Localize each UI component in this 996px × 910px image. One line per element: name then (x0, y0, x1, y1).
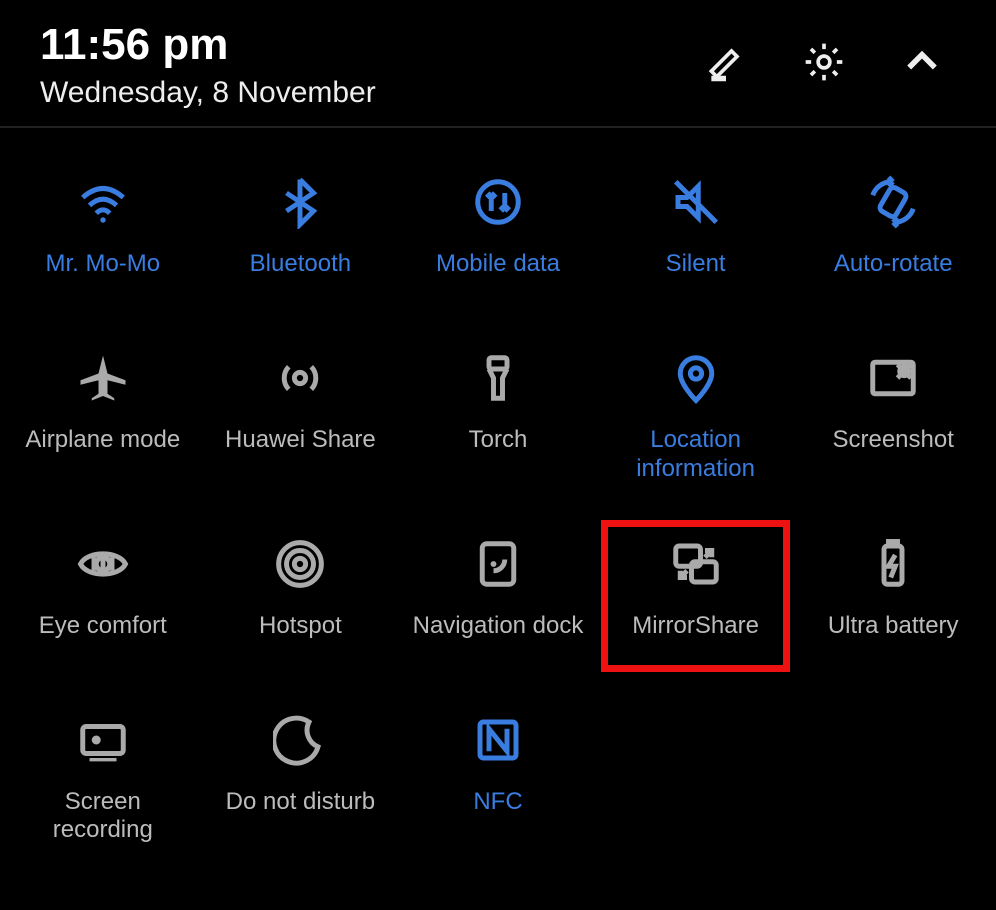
tile-mirrorshare[interactable]: MirrorShare (597, 526, 795, 666)
time-label: 11:56 pm (40, 20, 376, 70)
tile-dnd[interactable]: Do not disturb (202, 702, 400, 852)
tile-label: Ultra battery (828, 612, 959, 641)
tile-label: Mobile data (436, 250, 560, 279)
tile-nav-dock[interactable]: Navigation dock (399, 526, 597, 666)
tile-hotspot[interactable]: Hotspot (202, 526, 400, 666)
collapse-icon[interactable] (898, 38, 946, 86)
tile-label: Silent (666, 250, 726, 279)
bluetooth-icon (268, 170, 332, 234)
eye-comfort-icon (71, 532, 135, 596)
tile-label: Bluetooth (250, 250, 351, 279)
tile-label: Airplane mode (25, 426, 180, 455)
screenshot-icon (861, 346, 925, 410)
tile-torch[interactable]: Torch (399, 340, 597, 490)
edit-icon[interactable] (702, 38, 750, 86)
screen-rec-icon (71, 708, 135, 772)
mirrorshare-icon (664, 532, 728, 596)
tile-label: Mr. Mo-Mo (45, 250, 160, 279)
tile-label: Hotspot (259, 612, 342, 641)
tile-label: Screen recording (13, 788, 193, 846)
tile-label: Screenshot (832, 426, 953, 455)
nfc-icon (466, 708, 530, 772)
torch-icon (466, 346, 530, 410)
tile-location[interactable]: Location information (597, 340, 795, 490)
wifi-icon (71, 170, 135, 234)
location-icon (664, 346, 728, 410)
nav-dock-icon (466, 532, 530, 596)
ultra-battery-icon (861, 532, 925, 596)
tile-bluetooth[interactable]: Bluetooth (202, 164, 400, 304)
tile-label: Do not disturb (226, 788, 375, 817)
header-actions (702, 20, 956, 86)
tile-screenshot[interactable]: Screenshot (794, 340, 992, 490)
tile-label: NFC (473, 788, 522, 817)
dnd-icon (268, 708, 332, 772)
tile-label: Navigation dock (413, 612, 584, 641)
huawei-share-icon (268, 346, 332, 410)
tile-silent[interactable]: Silent (597, 164, 795, 304)
header-left: 11:56 pm Wednesday, 8 November (40, 20, 376, 110)
tile-wifi[interactable]: Mr. Mo-Mo (4, 164, 202, 304)
tile-eye-comfort[interactable]: Eye comfort (4, 526, 202, 666)
tile-screen-rec[interactable]: Screen recording (4, 702, 202, 852)
auto-rotate-icon (861, 170, 925, 234)
tile-huawei-share[interactable]: Huawei Share (202, 340, 400, 490)
tile-label: MirrorShare (632, 612, 759, 641)
tile-airplane[interactable]: Airplane mode (4, 340, 202, 490)
tile-mobile-data[interactable]: Mobile data (399, 164, 597, 304)
settings-icon[interactable] (800, 38, 848, 86)
tile-label: Torch (469, 426, 528, 455)
tile-nfc[interactable]: NFC (399, 702, 597, 852)
airplane-icon (71, 346, 135, 410)
tile-ultra-battery[interactable]: Ultra battery (794, 526, 992, 666)
quick-settings-grid: Mr. Mo-Mo Bluetooth Mobile data Silent Auto-… (0, 128, 996, 851)
tile-label: Auto-rotate (834, 250, 953, 279)
tile-label: Location information (606, 426, 786, 484)
tile-label: Huawei Share (225, 426, 376, 455)
hotspot-icon (268, 532, 332, 596)
silent-icon (664, 170, 728, 234)
tile-label: Eye comfort (39, 612, 167, 641)
date-label: Wednesday, 8 November (40, 76, 376, 110)
mobile-data-icon (466, 170, 530, 234)
header: 11:56 pm Wednesday, 8 November (0, 0, 996, 128)
tile-auto-rotate[interactable]: Auto-rotate (794, 164, 992, 304)
